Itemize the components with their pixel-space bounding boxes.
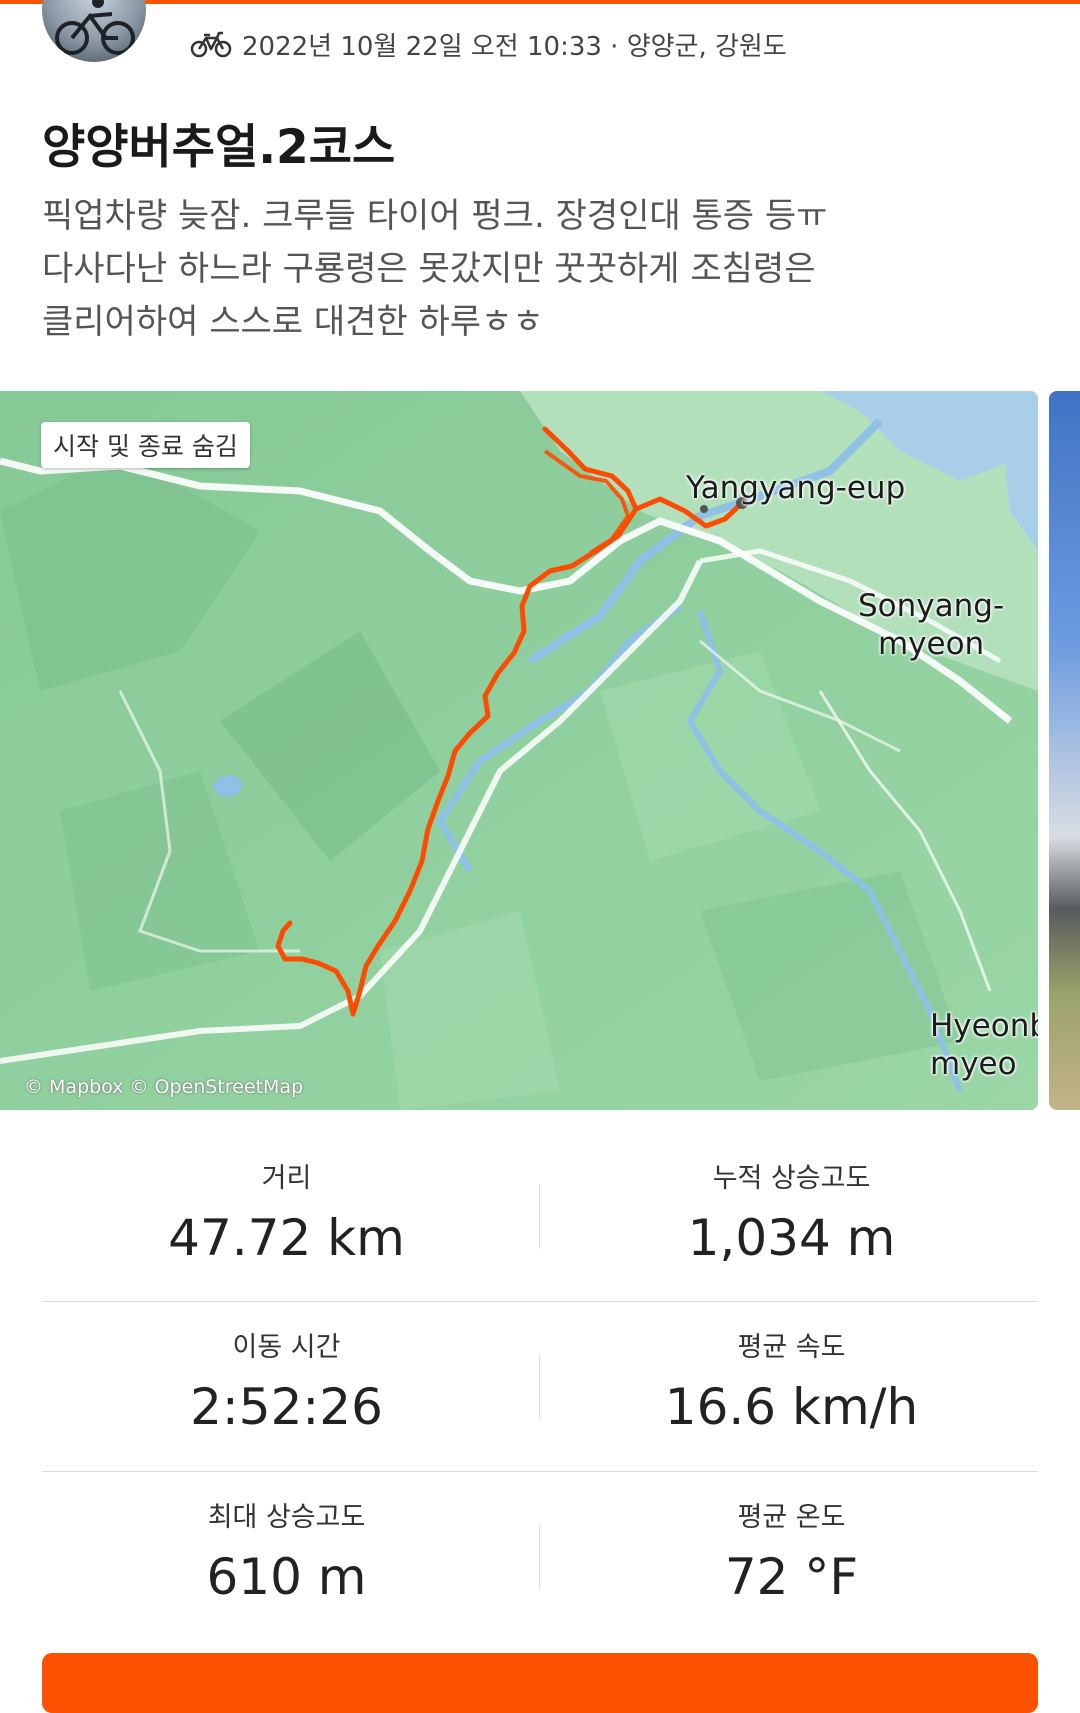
map-attribution[interactable]: © Mapbox © OpenStreetMap [24, 1076, 303, 1098]
stat-label: 이동 시간 [232, 1332, 341, 1363]
stat-max-elevation: 최대 상승고도 610 m [34, 1495, 539, 1606]
stat-label: 최대 상승고도 [207, 1502, 366, 1533]
activity-datetime-location: 2022년 10월 22일 오전 10:33 · 양양군, 강원도 [242, 31, 787, 62]
route-map[interactable]: 시작 및 종료 숨김 Yangyang-eup Sonyang- myeon H… [0, 391, 1038, 1110]
map-label-hyeonbuk: Hyeonb myeo [930, 1008, 1038, 1082]
bike-icon [190, 31, 232, 58]
stat-avg-speed: 평균 속도 16.6 km/h [539, 1325, 1044, 1436]
description-line: 클리어하여 스스로 대견한 하루ㅎㅎ [42, 302, 544, 342]
stat-value: 1,034 m [687, 1209, 896, 1267]
activity-title[interactable]: 양양버추얼.2코스 [42, 108, 395, 177]
athlete-avatar[interactable] [42, 0, 146, 62]
stat-moving-time: 이동 시간 2:52:26 [34, 1325, 539, 1436]
top-accent-strip [0, 0, 1080, 4]
stat-row-divider [42, 1471, 1038, 1472]
bottom-action-button[interactable] [42, 1653, 1038, 1713]
stat-label: 거리 [261, 1163, 312, 1194]
activity-meta: 2022년 10월 22일 오전 10:33 · 양양군, 강원도 [190, 24, 787, 64]
hide-start-end-toggle[interactable]: 시작 및 종료 숨김 [41, 422, 250, 468]
stat-elevation-gain: 누적 상승고도 1,034 m [539, 1156, 1044, 1267]
stat-value: 47.72 km [168, 1209, 405, 1267]
description-line: 다사다난 하느라 구룡령은 못갔지만 꿋꿋하게 조침령은 [42, 249, 816, 289]
stat-label: 평균 속도 [737, 1332, 846, 1363]
stat-value: 2:52:26 [190, 1378, 383, 1436]
map-label-yangyang: Yangyang-eup [686, 470, 906, 506]
stat-value: 610 m [206, 1548, 367, 1606]
stat-value: 16.6 km/h [664, 1378, 919, 1436]
stat-value: 72 °F [724, 1548, 859, 1606]
stat-label: 평균 온도 [737, 1502, 846, 1533]
stat-distance: 거리 47.72 km [34, 1156, 539, 1267]
map-label-sonyang: Sonyang- myeon [858, 588, 1005, 662]
stat-row-divider [42, 1301, 1038, 1302]
stat-label: 누적 상승고도 [712, 1163, 871, 1194]
cyclist-silhouette-icon [55, 0, 135, 55]
activity-description: 픽업차량 늦잠. 크루들 타이어 펑크. 장경인대 통증 등ㅠ 다사다난 하느라… [42, 190, 1042, 349]
activity-photo-thumbnail[interactable] [1049, 391, 1080, 1110]
description-line: 픽업차량 늦잠. 크루들 타이어 펑크. 장경인대 통증 등ㅠ [42, 196, 828, 236]
stat-avg-temperature: 평균 온도 72 °F [539, 1495, 1044, 1606]
